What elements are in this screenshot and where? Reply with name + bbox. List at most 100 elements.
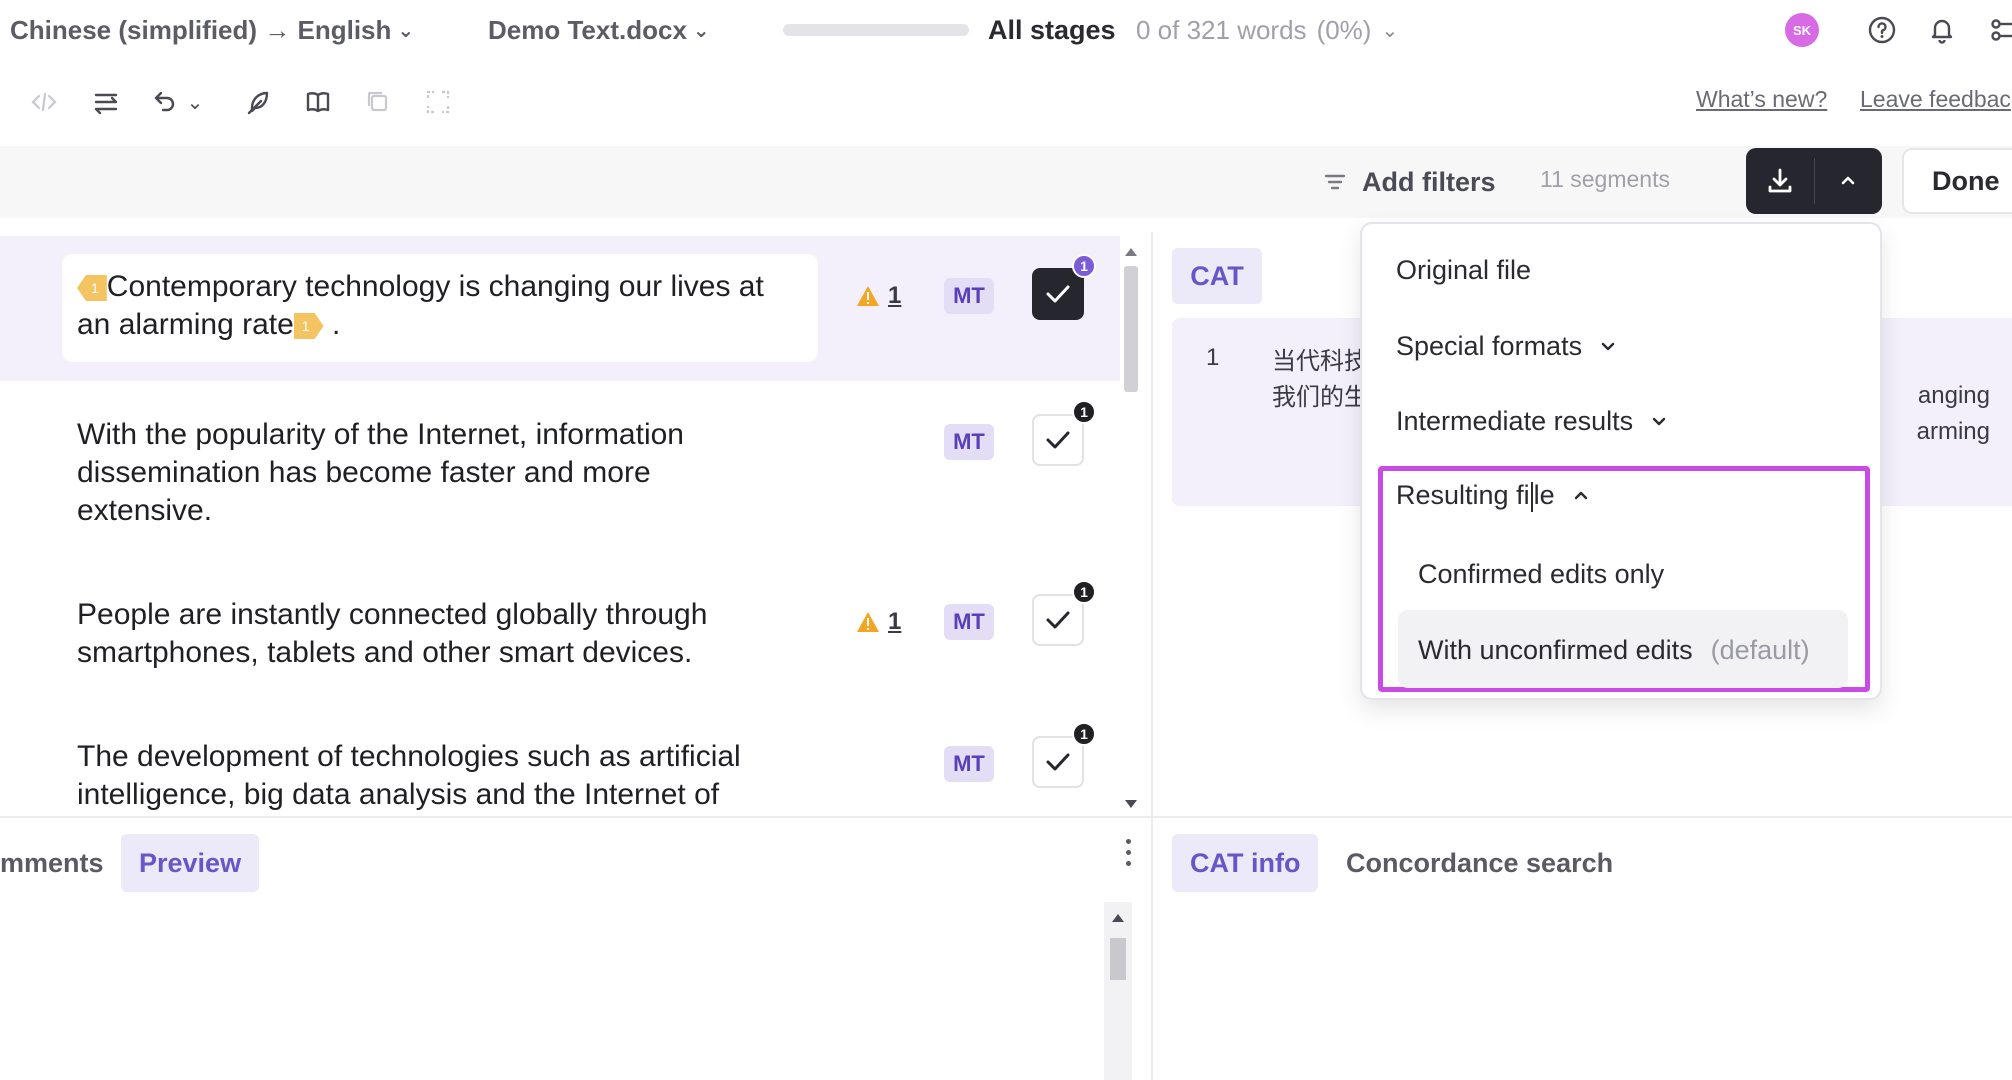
cat-source-line: 当代科技 (1272, 348, 1364, 375)
menu-item-label: Original file (1396, 254, 1532, 285)
segment-text-continued: an alarming rate (77, 308, 294, 341)
word-count-selector[interactable]: 0 of 321 words (0%) ⌄ (1136, 12, 1398, 48)
expand-icon[interactable] (418, 82, 458, 122)
checkmark-icon (1046, 611, 1070, 629)
download-button[interactable] (1746, 148, 1814, 214)
segment-count: 11 segments (1540, 166, 1670, 192)
whats-new-link[interactable]: What’s new? (1696, 86, 1827, 113)
word-percent: (0%) (1316, 14, 1372, 45)
menu-item-intermediate-results[interactable]: Intermediate results (1396, 401, 1669, 441)
warning-indicator[interactable]: 1 (856, 278, 901, 314)
chevron-down-icon: ⌄ (397, 19, 415, 42)
code-tags-icon[interactable] (24, 82, 64, 122)
tab-cat[interactable]: CAT (1172, 248, 1262, 304)
chevron-up-icon (1574, 491, 1587, 500)
chevron-down-icon: ⌄ (1381, 19, 1399, 42)
filter-icon (1324, 174, 1346, 190)
language-pair-selector[interactable]: Chinese (simplified) → English ⌄ (10, 12, 414, 48)
cat-target-line: arming (1916, 418, 1990, 445)
menu-item-resulting-file[interactable]: Resulting fi le (1396, 476, 1591, 516)
menu-subitem-confirmed-only[interactable]: Confirmed edits only (1418, 554, 1664, 594)
download-options-toggle[interactable] (1815, 148, 1883, 214)
menu-item-label: Special formats (1396, 330, 1583, 361)
tag-marker-open: 1 (77, 275, 107, 301)
scroll-up-arrow-icon[interactable] (1111, 912, 1125, 924)
tag-marker-close: 1 (293, 313, 324, 339)
segment-text: Contemporary technology is changing our … (106, 270, 764, 303)
scroll-up-arrow-icon[interactable] (1124, 246, 1138, 258)
tab-preview[interactable]: Preview (121, 834, 260, 892)
scrollbar-thumb[interactable] (1124, 266, 1138, 392)
cat-target-text: anging arming (1880, 378, 1990, 450)
chevron-down-icon (1652, 417, 1666, 426)
bell-icon[interactable] (1924, 12, 1960, 48)
menu-item-original-file[interactable]: Original file (1396, 250, 1531, 290)
document-selector[interactable]: Demo Text.docx ⌄ (488, 12, 710, 48)
mt-badge: MT (944, 278, 994, 314)
segment-text-tail: . (331, 308, 341, 341)
more-options-icon[interactable] (1118, 832, 1138, 872)
confirm-count-badge: 1 (1072, 722, 1096, 746)
progress-bar (783, 24, 969, 36)
add-filters-label: Add filters (1362, 166, 1496, 197)
text-cursor (1530, 481, 1533, 512)
menu-item-label-part: Resulting fi (1396, 480, 1530, 511)
add-filters-button[interactable]: Add filters (1322, 162, 1496, 202)
copy-icon[interactable] (358, 82, 398, 122)
menu-item-special-formats[interactable]: Special formats (1396, 326, 1618, 366)
default-label: (default) (1710, 634, 1810, 665)
swap-icon[interactable] (86, 82, 126, 122)
leave-feedback-link[interactable]: Leave feedbac (1860, 86, 2011, 113)
menu-subitem-with-unconfirmed[interactable]: With unconfirmed edits (default) (1418, 630, 1810, 670)
mt-badge: MT (944, 424, 994, 460)
cat-source-line: 我们的生 (1272, 384, 1364, 411)
menu-item-label: With unconfirmed edits (1418, 634, 1693, 665)
menu-item-label: Intermediate results (1396, 405, 1634, 436)
help-icon[interactable] (1864, 12, 1900, 48)
checkmark-icon (1046, 753, 1070, 771)
menu-item-label-part: le (1533, 480, 1555, 511)
panel-divider (0, 816, 2012, 818)
warning-indicator[interactable]: 1 (856, 604, 901, 640)
panel-divider (1151, 232, 1153, 1080)
segment-list-scrollbar[interactable] (1120, 244, 1142, 814)
segment-text[interactable]: With the popularity of the Internet, inf… (77, 416, 717, 530)
chevron-down-icon: ⌄ (692, 19, 710, 42)
confirm-count-badge: 1 (1072, 400, 1096, 424)
checkmark-icon (1046, 431, 1070, 449)
filter-bar (0, 146, 2012, 218)
cat-target-line: anging (1917, 382, 1990, 409)
mt-badge: MT (944, 604, 994, 640)
settings-sliders-icon[interactable] (1984, 12, 2012, 48)
segment-text[interactable]: People are instantly connected globally … (77, 596, 757, 672)
download-menu: Original file Special formats Intermedia… (1360, 222, 1882, 700)
download-split-button (1746, 148, 1882, 214)
avatar[interactable]: SK (1785, 13, 1819, 47)
tab-comments[interactable]: mments (0, 834, 104, 892)
chevron-up-icon (1841, 176, 1855, 185)
download-icon (1768, 168, 1792, 193)
word-count: 0 of 321 words (1136, 14, 1307, 45)
segment-text[interactable]: The development of technologies such as … (77, 738, 777, 816)
checkmark-icon (1046, 285, 1070, 303)
menu-item-label: Resulting fi le (1396, 480, 1555, 512)
warning-icon (857, 612, 879, 632)
menu-item-label: Confirmed edits only (1418, 558, 1665, 589)
confirm-count-badge: 1 (1072, 580, 1096, 604)
scrollbar-thumb[interactable] (1110, 938, 1126, 980)
language-pair-label: Chinese (simplified) → English (10, 14, 392, 45)
scroll-down-arrow-icon[interactable] (1124, 798, 1138, 810)
chevron-down-icon (1601, 342, 1615, 351)
cat-match-number: 1 (1206, 344, 1220, 371)
warning-count: 1 (888, 282, 902, 309)
book-icon[interactable] (298, 82, 338, 122)
chevron-down-icon[interactable]: ⌄ (180, 82, 210, 122)
warning-count: 1 (888, 608, 902, 635)
tab-cat-info[interactable]: CAT info (1172, 834, 1319, 892)
mt-badge: MT (944, 746, 994, 782)
feather-icon[interactable] (238, 82, 278, 122)
segment-editor[interactable]: 1 Contemporary technology is changing our… (62, 254, 818, 362)
tab-concordance-search[interactable]: Concordance search (1346, 834, 1613, 892)
done-button[interactable]: Done (1902, 148, 2012, 214)
preview-scrollbar[interactable] (1104, 902, 1132, 1080)
